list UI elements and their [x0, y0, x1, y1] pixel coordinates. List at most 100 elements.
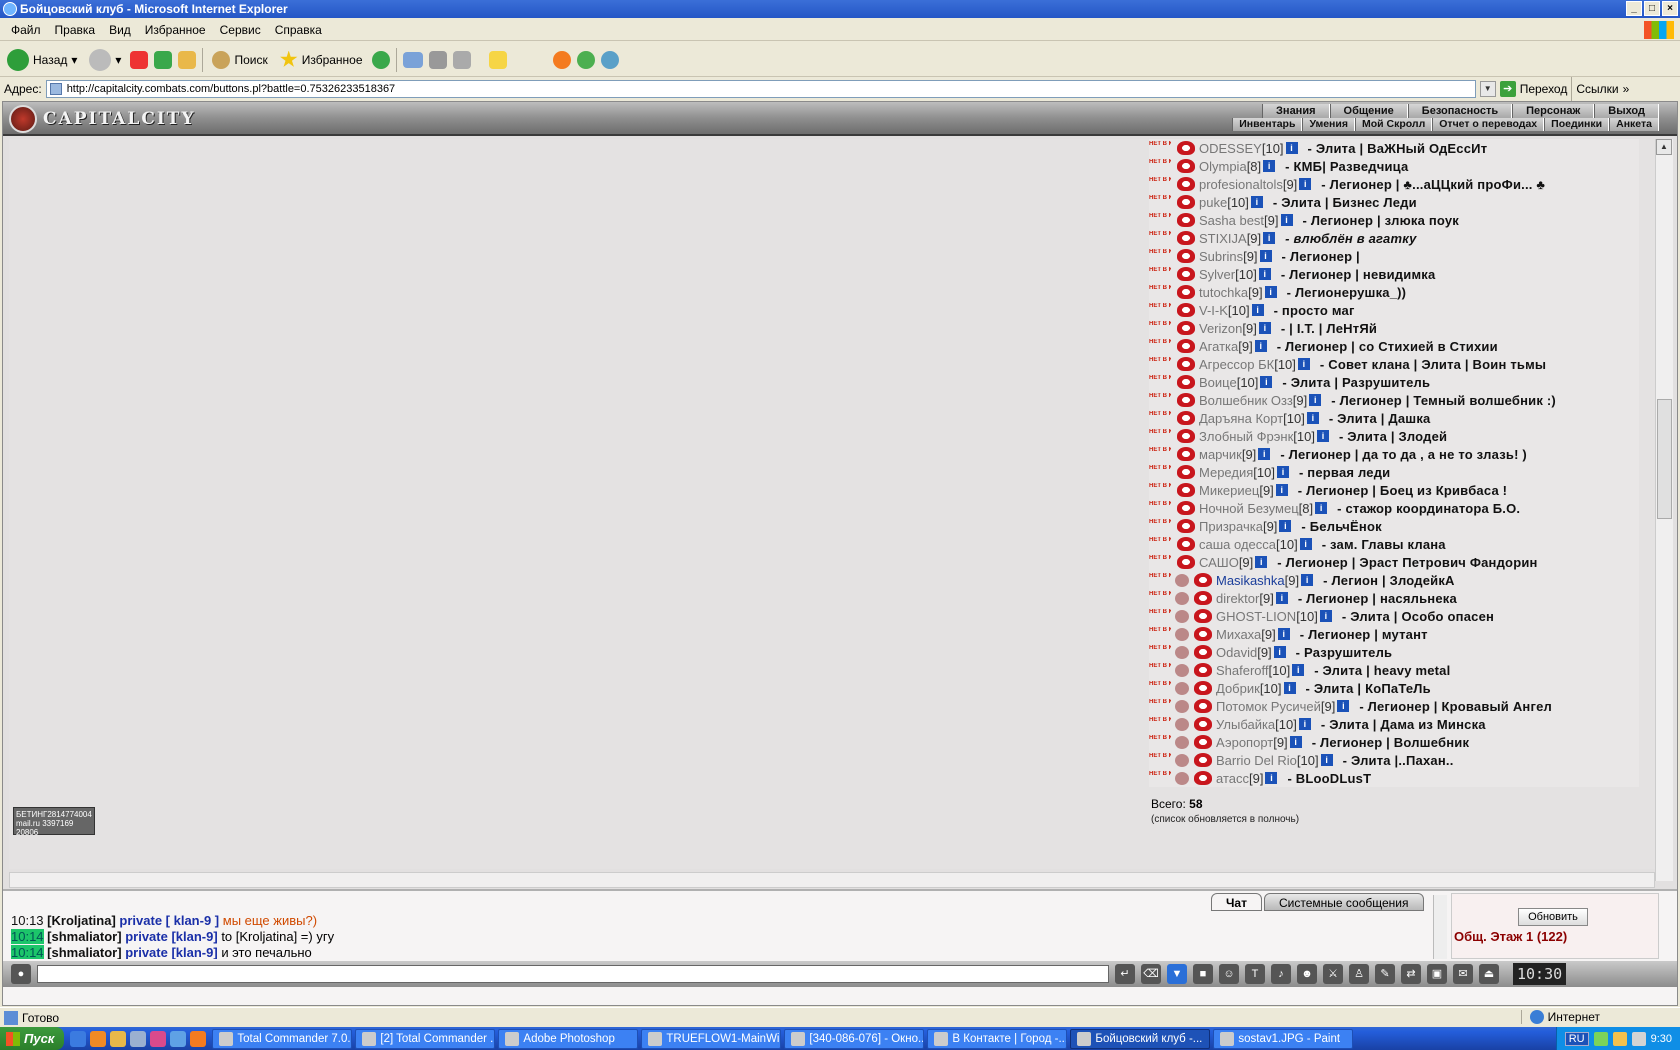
- nav-profile[interactable]: Анкета: [1609, 118, 1659, 131]
- info-icon[interactable]: i: [1275, 484, 1288, 496]
- network-icon[interactable]: [1631, 1031, 1646, 1046]
- user-nick[interactable]: Barrio Del Rio: [1216, 753, 1297, 768]
- back-button[interactable]: Назад ▾: [4, 48, 80, 71]
- user-nick[interactable]: tutochka: [1199, 285, 1248, 300]
- search-button[interactable]: Поиск: [209, 50, 270, 69]
- close-button[interactable]: ×: [1662, 1, 1678, 16]
- info-icon[interactable]: i: [1301, 574, 1314, 586]
- user-nick[interactable]: Sylver: [1199, 267, 1235, 282]
- info-icon[interactable]: i: [1289, 736, 1302, 748]
- taskbar-button[interactable]: В Контакте | Город -...: [927, 1028, 1068, 1049]
- info-icon[interactable]: i: [1337, 700, 1350, 712]
- taskbar-button[interactable]: [2] Total Commander ...: [355, 1028, 496, 1049]
- print-icon[interactable]: [428, 50, 447, 69]
- user-nick[interactable]: Subrins: [1199, 249, 1243, 264]
- quick-launch-icon[interactable]: [70, 1030, 87, 1047]
- chat-recipient[interactable]: private [ klan-9 ]: [119, 913, 219, 928]
- info-icon[interactable]: i: [1250, 196, 1263, 208]
- user-nick[interactable]: ODESSEY: [1199, 141, 1262, 156]
- nav-scroll[interactable]: Мой Скролл: [1354, 118, 1433, 131]
- taskbar-button[interactable]: Adobe Photoshop: [498, 1028, 639, 1049]
- person-icon[interactable]: ♙: [1349, 964, 1369, 984]
- info-icon[interactable]: i: [1292, 664, 1305, 676]
- menu-tools[interactable]: Сервис: [213, 23, 268, 37]
- user-nick[interactable]: Ночной Безумец: [1199, 501, 1299, 516]
- fight-icon[interactable]: ⚔: [1323, 964, 1343, 984]
- mailru-counter[interactable]: БЕТИНГ2814774004 mail.ru 3397169 20806: [13, 807, 95, 837]
- info-icon[interactable]: i: [1258, 322, 1271, 334]
- info-icon[interactable]: i: [1285, 142, 1298, 154]
- info-icon[interactable]: i: [1254, 340, 1267, 352]
- taskbar-button[interactable]: Total Commander 7.0...: [212, 1028, 353, 1049]
- user-nick[interactable]: саша одесса: [1199, 537, 1276, 552]
- chat-time[interactable]: 10:13: [11, 913, 44, 928]
- menu-view[interactable]: Вид: [102, 23, 138, 37]
- info-icon[interactable]: i: [1297, 358, 1310, 370]
- main-vertical-scrollbar[interactable]: ▲: [1655, 139, 1673, 881]
- stop-icon[interactable]: [130, 50, 149, 69]
- info-icon[interactable]: i: [1259, 250, 1272, 262]
- user-nick[interactable]: GHOST-LION: [1216, 609, 1296, 624]
- user-nick[interactable]: Shaferoff: [1216, 663, 1269, 678]
- user-nick[interactable]: STIXIJA: [1199, 231, 1247, 246]
- menu-file[interactable]: Файл: [4, 23, 48, 37]
- app-icon[interactable]: [130, 1030, 147, 1047]
- tab-chat[interactable]: Чат: [1211, 893, 1262, 911]
- user-nick[interactable]: direktor: [1216, 591, 1259, 606]
- shop-icon[interactable]: ▣: [1427, 964, 1447, 984]
- transfer-icon[interactable]: ⇄: [1401, 964, 1421, 984]
- ie-quick-icon[interactable]: [170, 1030, 187, 1047]
- tab-system-messages[interactable]: Системные сообщения: [1263, 893, 1424, 911]
- info-icon[interactable]: i: [1316, 430, 1329, 442]
- user-nick[interactable]: Masikashka: [1216, 573, 1285, 588]
- nav-inventory[interactable]: Инвентарь: [1232, 118, 1303, 131]
- info-icon[interactable]: i: [1273, 646, 1286, 658]
- firefox-icon[interactable]: [90, 1030, 107, 1047]
- taskbar-button[interactable]: sostav1.JPG - Paint: [1213, 1028, 1354, 1049]
- info-icon[interactable]: i: [1258, 268, 1271, 280]
- chat-recipient[interactable]: private [klan-9]: [125, 929, 217, 944]
- user-nick[interactable]: Потомок Русичей: [1216, 699, 1321, 714]
- message-icon[interactable]: ✉: [1453, 964, 1473, 984]
- edit-icon[interactable]: [452, 50, 471, 69]
- menu-edit[interactable]: Правка: [48, 23, 103, 37]
- nav-exit[interactable]: Выход: [1594, 104, 1659, 118]
- info-icon[interactable]: i: [1277, 628, 1290, 640]
- eraser-icon[interactable]: ⌫: [1141, 964, 1161, 984]
- home-icon[interactable]: [178, 50, 197, 69]
- info-icon[interactable]: i: [1260, 376, 1273, 388]
- go-button[interactable]: Переход: [1520, 82, 1568, 96]
- chevron-right-icon[interactable]: »: [1623, 82, 1630, 96]
- info-icon[interactable]: i: [1263, 160, 1276, 172]
- menu-favorites[interactable]: Избранное: [138, 23, 213, 37]
- user-nick[interactable]: V-I-K: [1199, 303, 1228, 318]
- media-icon[interactable]: [150, 1030, 167, 1047]
- user-nick[interactable]: Воице: [1199, 375, 1237, 390]
- info-icon[interactable]: i: [1280, 214, 1293, 226]
- map-icon[interactable]: ✎: [1375, 964, 1395, 984]
- chat-time[interactable]: 10:14: [11, 929, 44, 944]
- chat-mode-icon[interactable]: ●: [11, 964, 31, 984]
- send-icon[interactable]: ↵: [1115, 964, 1135, 984]
- note-icon[interactable]: [488, 50, 507, 69]
- scroll-thumb[interactable]: [1657, 399, 1672, 519]
- info-icon[interactable]: i: [1263, 232, 1276, 244]
- info-icon[interactable]: i: [1258, 448, 1271, 460]
- language-indicator[interactable]: RU: [1564, 1031, 1589, 1046]
- forward-button[interactable]: ▾: [86, 48, 124, 71]
- agent-icon[interactable]: [190, 1030, 207, 1047]
- user-nick[interactable]: Sasha best: [1199, 213, 1264, 228]
- info-icon[interactable]: i: [1276, 466, 1289, 478]
- user-nick[interactable]: Призрачка: [1199, 519, 1263, 534]
- nav-knowledge[interactable]: Знания: [1262, 104, 1330, 118]
- user-nick[interactable]: Агрессор БК: [1199, 357, 1274, 372]
- tray-icon[interactable]: [1612, 1031, 1627, 1046]
- room-info[interactable]: Общ. Этаж 1 (122): [1454, 929, 1567, 944]
- info-icon[interactable]: i: [1320, 754, 1333, 766]
- user-nick[interactable]: Odavid: [1216, 645, 1257, 660]
- menu-help[interactable]: Справка: [268, 23, 329, 37]
- address-dropdown[interactable]: ▼: [1479, 81, 1496, 97]
- address-input[interactable]: http://capitalcity.combats.com/buttons.p…: [45, 80, 1476, 98]
- mail-icon[interactable]: [402, 51, 423, 68]
- info-icon[interactable]: i: [1265, 772, 1278, 784]
